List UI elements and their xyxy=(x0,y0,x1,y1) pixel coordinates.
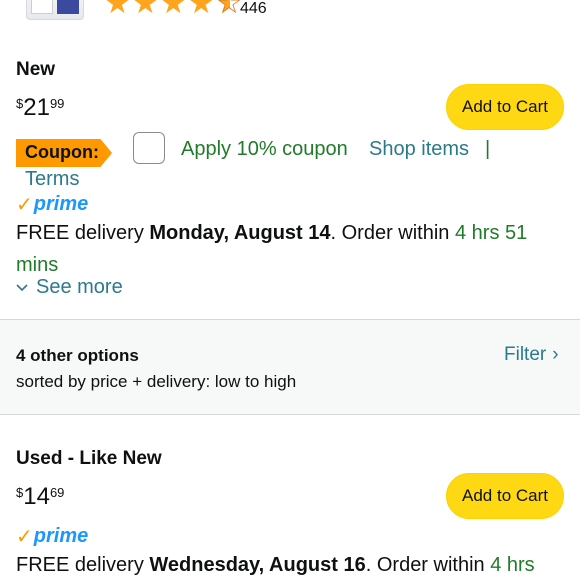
coupon-checkbox[interactable] xyxy=(133,132,165,164)
price-currency: $ xyxy=(16,485,24,500)
link-separator: | xyxy=(485,138,491,160)
add-to-cart-button-used[interactable]: Add to Cart xyxy=(446,473,564,519)
coupon-badge-label: Coupon: xyxy=(25,142,99,162)
terms-link[interactable]: Terms xyxy=(25,168,79,191)
filter-label: Filter xyxy=(504,344,547,365)
star-full-icon: ★ xyxy=(104,0,131,21)
condition-title-used: Used - Like New xyxy=(16,448,162,469)
delivery-mid: . Order within xyxy=(330,222,455,244)
other-options-subtitle: sorted by price + delivery: low to high xyxy=(16,372,297,391)
thumbnail-box-right xyxy=(57,0,79,14)
delivery-date: Wednesday, August 16 xyxy=(149,554,366,576)
see-more-toggle[interactable]: See more xyxy=(16,276,123,299)
other-options-title: 4 other options xyxy=(16,346,139,365)
thumbnail-box-left xyxy=(31,0,53,14)
delivery-info-used: FREE delivery Wednesday, August 16. Orde… xyxy=(16,549,576,580)
star-full-icon: ★ xyxy=(187,0,215,21)
price-new: $ 21 99 xyxy=(16,95,64,121)
price-fraction: 99 xyxy=(49,96,65,111)
delivery-mid: . Order within xyxy=(365,554,491,576)
star-full-icon: ★ xyxy=(159,0,187,21)
apply-coupon-text[interactable]: Apply 10% coupon xyxy=(181,138,348,161)
product-thumbnail[interactable] xyxy=(26,0,84,20)
price-fraction: 69 xyxy=(49,485,65,500)
prime-label: prime xyxy=(33,525,89,547)
price-currency: $ xyxy=(16,96,24,111)
shop-items-link[interactable]: Shop items xyxy=(369,138,469,161)
see-more-label: See more xyxy=(36,276,123,298)
coupon-badge: Coupon: xyxy=(16,139,112,167)
delivery-prefix: FREE delivery xyxy=(16,222,150,244)
prime-check-icon: ✓ xyxy=(16,526,33,548)
price-used: $ 14 69 xyxy=(16,484,64,510)
prime-badge-used: ✓ prime xyxy=(16,524,88,549)
delivery-prefix: FREE delivery xyxy=(16,554,150,576)
prime-check-icon: ✓ xyxy=(16,194,33,216)
add-to-cart-button-new[interactable]: Add to Cart xyxy=(446,84,564,130)
chevron-right-icon: › xyxy=(552,344,559,365)
prime-label: prime xyxy=(33,193,89,215)
rating-count[interactable]: 446 xyxy=(240,0,267,18)
filter-button[interactable]: Filter › xyxy=(504,344,559,366)
price-whole: 14 xyxy=(23,483,50,510)
other-options-panel[interactable] xyxy=(0,319,580,415)
order-within-time: 4 hrs xyxy=(490,554,535,576)
delivery-date: Monday, August 14 xyxy=(149,222,331,244)
star-half-icon: ★ xyxy=(216,0,243,20)
prime-badge-new: ✓ prime xyxy=(16,192,88,217)
price-whole: 21 xyxy=(23,94,50,121)
condition-title-new: New xyxy=(16,59,56,80)
star-full-icon: ★ xyxy=(131,0,159,21)
star-rating[interactable]: ★ ★ ★ ★ ★ xyxy=(104,0,243,20)
delivery-info-new: FREE delivery Monday, August 14. Order w… xyxy=(16,217,556,281)
chevron-down-icon xyxy=(16,281,28,295)
